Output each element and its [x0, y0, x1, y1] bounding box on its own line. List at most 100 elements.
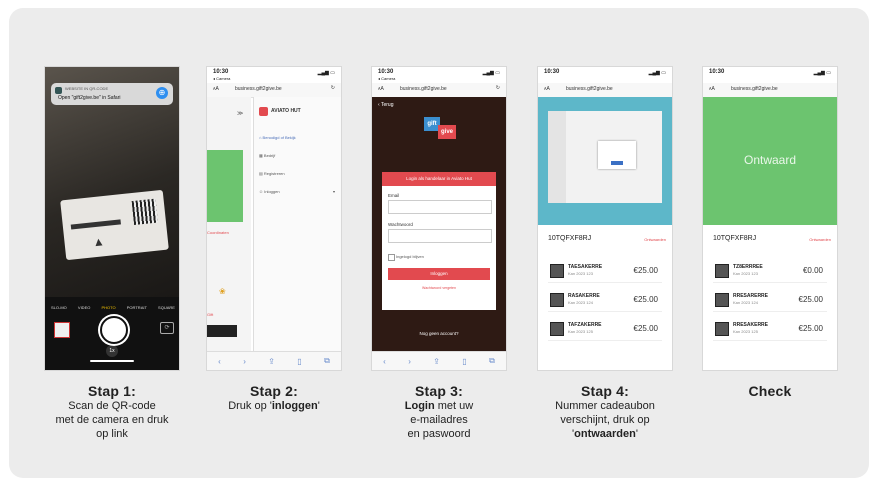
tabs-icon[interactable]: ⧉ [489, 356, 495, 366]
reader-aa-icon[interactable]: ᴀA [709, 86, 715, 92]
menu-item-company[interactable]: ▦ Bedrijf [259, 153, 275, 158]
brand-name: AVIATO HUT [271, 108, 301, 114]
page-background: Coordinaten ❀ Gift [207, 97, 251, 352]
green-banner: Ontwaard [703, 97, 837, 225]
zoom-button[interactable]: 1x [106, 345, 118, 357]
url-bar[interactable]: ᴀA business.gift2give.be [538, 83, 672, 98]
remember-checkbox[interactable] [388, 254, 395, 261]
url-bar[interactable]: ᴀA business.gift2give.be ↻ [207, 83, 341, 98]
home-icon: ⌂ [259, 135, 262, 140]
browser-bottom-bar: ‹ › ⇪ ▯ ⧉ [207, 351, 341, 370]
back-to-app-link[interactable]: ◂ Camera [378, 76, 395, 81]
mode-slomo[interactable]: SLO-MO [51, 305, 67, 310]
redeemed-message: Ontwaard [743, 153, 797, 167]
voucher-row[interactable]: TAESAKERRE Kan 2023 123 €25.00 [548, 260, 662, 283]
flip-camera-icon[interactable]: ⟳ [160, 322, 174, 334]
email-field[interactable] [388, 200, 492, 214]
voucher-row-sub: Kan 2023 123 [568, 271, 593, 276]
voucher-row-sub: Kan 2023 124 [568, 300, 593, 305]
qr-notification[interactable]: WEBSITE IN QR-CODE Open "gift2give.be" i… [51, 83, 173, 105]
caption-step-5: Check [690, 383, 850, 399]
tabs-icon[interactable]: ⧉ [324, 356, 330, 366]
back-link[interactable]: ‹ Terug [378, 102, 393, 108]
reader-aa-icon[interactable]: ᴀA [378, 86, 384, 92]
menu-item-register[interactable]: ▤ Registreren [259, 171, 285, 176]
voucher-row-amount: €25.00 [633, 324, 658, 333]
voucher-row[interactable]: RASAKERRE Kan 2023 124 €25.00 [548, 289, 662, 312]
redeem-button[interactable]: Ontwaarden [644, 237, 666, 242]
voucher-code: 10TQFXF8RJ [713, 235, 757, 242]
voucher-row-code: RASAKERRE [568, 293, 600, 299]
menu-label: Bedrijf [263, 153, 276, 158]
voucher-row[interactable]: TZ8ERRREE Kan 2023 123 €0.00 [713, 260, 827, 283]
share-icon[interactable]: ⇪ [268, 357, 275, 366]
photo-thumbnail[interactable] [54, 322, 70, 338]
voucher-row[interactable]: RRESARERRE Kan 2023 124 €25.00 [713, 289, 827, 312]
mode-square[interactable]: SQUARE [158, 305, 175, 310]
browser-bottom-bar: ‹ › ⇪ ▯ ⧉ [372, 351, 506, 370]
redeem-button[interactable]: Ontwaarden [809, 237, 831, 242]
back-icon[interactable]: ‹ [218, 357, 221, 366]
side-label-2: Gift [207, 312, 214, 317]
voucher-row[interactable]: TAFZAKERRE Kan 2023 125 €25.00 [548, 318, 662, 341]
url-text: business.gift2give.be [400, 86, 447, 92]
card-qr-icon [131, 198, 158, 225]
step-title: Check [748, 383, 792, 399]
caption-line: en paswoord [407, 428, 471, 440]
caption-step-2: Stap 2: Druk op 'inloggen' [194, 383, 354, 413]
caption-step-3: Stap 3: Login met uw e-mailadres en pasw… [359, 383, 519, 441]
forgot-password-link[interactable]: Wachtwoord vergeten [382, 286, 496, 290]
shutter-button[interactable] [100, 316, 128, 344]
password-field[interactable] [388, 229, 492, 243]
camera-mode-bar[interactable] [45, 367, 179, 370]
bookmarks-icon[interactable]: ▯ [462, 357, 466, 366]
back-icon[interactable]: ‹ [383, 357, 386, 366]
share-icon[interactable]: ⇪ [433, 357, 440, 366]
qr-icon [715, 322, 729, 336]
camera-modes[interactable]: SLO-MO VIDEO PHOTO PORTRAIT SQUARE [51, 305, 175, 310]
mode-video[interactable]: VIDEO [78, 305, 90, 310]
card-logo-icon: ▲ [91, 234, 106, 250]
reader-aa-icon[interactable]: ᴀA [544, 86, 550, 92]
voucher-code: 10TQFXF8RJ [548, 235, 592, 242]
signal-battery-icon: ▂▄▆ ▭ [482, 70, 500, 76]
url-bar[interactable]: ᴀA business.gift2give.be ↻ [372, 83, 506, 98]
forward-icon[interactable]: › [243, 357, 246, 366]
reader-aa-icon[interactable]: ᴀA [213, 86, 219, 92]
url-bar[interactable]: ᴀA business.gift2give.be [703, 83, 837, 98]
caption-line: Nummer cadeaubon [555, 400, 655, 412]
voucher-row-code: TAFZAKERRE [568, 322, 602, 328]
voucher-row-amount: €25.00 [633, 266, 658, 275]
card-text [70, 219, 121, 230]
url-text: business.gift2give.be [731, 86, 778, 92]
back-to-app-link[interactable]: ◂ Camera [213, 76, 230, 81]
bookmarks-icon[interactable]: ▯ [297, 357, 301, 366]
menu-item-overview[interactable]: ⌂ Benodigd of Bekijk [259, 135, 296, 140]
status-bar: 10:30 ▂▄▆ ▭ [538, 67, 672, 83]
login-form: Login als handelaar in Aviato Hut Email … [382, 172, 496, 310]
step-title: Stap 3: [414, 383, 464, 399]
reload-icon[interactable]: ↻ [496, 85, 500, 91]
menu-label: Inloggen [264, 189, 280, 194]
voucher-row[interactable]: RRESAKERRE Kan 2023 125 €25.00 [713, 318, 827, 341]
caption-line: met de camera en druk [55, 414, 169, 426]
no-account-link[interactable]: Nog geen account? [372, 331, 506, 336]
voucher-row-code: RRESARERRE [733, 293, 769, 299]
menu-label: Benodigd of Bekijk [262, 135, 296, 140]
forward-icon[interactable]: › [408, 357, 411, 366]
mode-portrait[interactable]: PORTRAIT [127, 305, 147, 310]
reload-icon[interactable]: ↻ [331, 85, 335, 91]
voucher-row-sub: Kan 2023 124 [733, 300, 758, 305]
mode-photo[interactable]: PHOTO [101, 305, 115, 310]
caption-text: ' [635, 428, 638, 440]
login-button[interactable]: Inloggen [388, 268, 490, 280]
status-time: 10:30 [378, 69, 394, 75]
url-text: business.gift2give.be [235, 86, 282, 92]
caption-line: Login met uw [359, 399, 519, 413]
status-bar: 10:30 ◂ Camera ▂▄▆ ▭ [207, 67, 341, 83]
status-time: 10:30 [213, 69, 229, 75]
teal-banner [538, 97, 672, 225]
close-menu-icon[interactable]: ≫ [237, 110, 243, 117]
notification-text: Open "gift2give.be" in Safari [58, 95, 121, 101]
menu-item-login[interactable]: ☺ Inloggen ▾ [259, 189, 339, 194]
